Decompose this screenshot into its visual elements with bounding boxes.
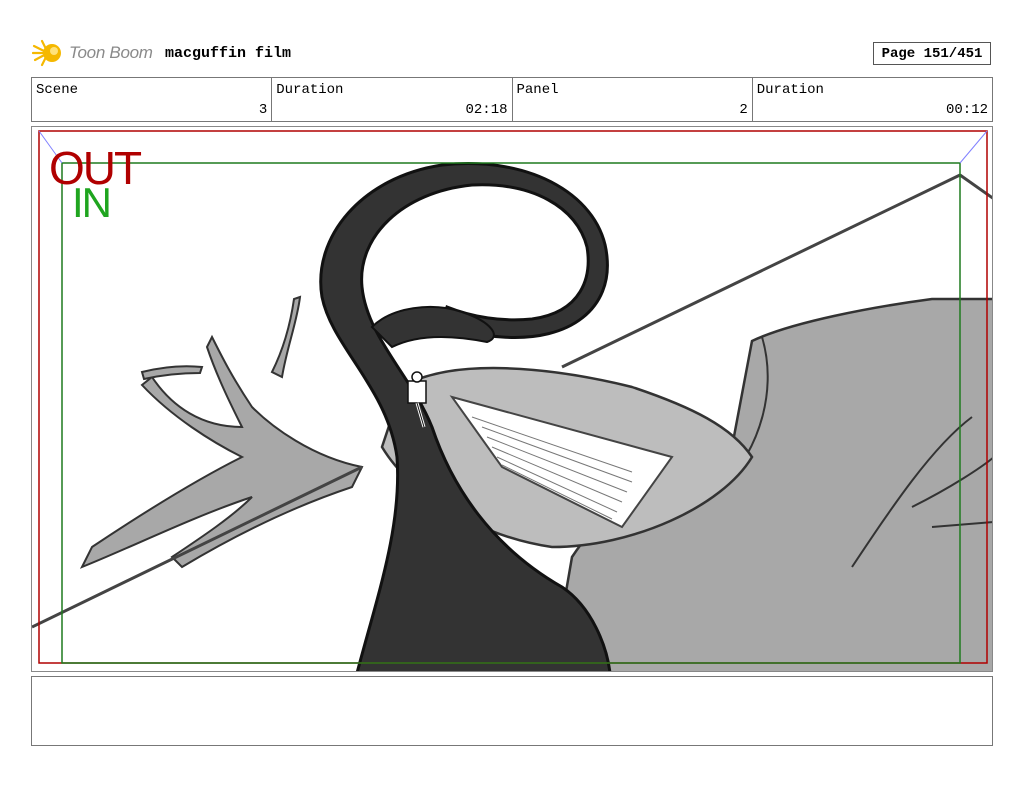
panel-duration-label: Duration [756, 82, 824, 98]
panel-drawing [32, 130, 992, 671]
film-title: macguffin film [165, 45, 292, 62]
toon-boom-logo: Toon Boom [32, 38, 153, 68]
panel-cell: Panel 2 [513, 78, 753, 121]
storyboard-panel: OUT IN [31, 126, 993, 672]
scene-cell: Scene 3 [32, 78, 273, 121]
page-indicator: Page 151/451 [873, 42, 991, 65]
panel-duration-value: 00:12 [945, 102, 988, 118]
scene-duration-value: 02:18 [465, 102, 508, 118]
starburst-icon [32, 39, 61, 67]
scene-duration-cell: Duration 02:18 [272, 78, 513, 121]
panel-value: 2 [739, 102, 748, 118]
in-frame-label: IN [72, 179, 112, 226]
scene-value: 3 [258, 102, 268, 118]
panel-label: Panel [516, 82, 559, 98]
scene-duration-label: Duration [276, 82, 344, 98]
panel-notes-box[interactable] [31, 676, 993, 746]
scene-info-table: Scene 3 Duration 02:18 Panel 2 Duration … [31, 77, 993, 122]
panel-duration-cell: Duration 00:12 [753, 78, 992, 121]
logo-text: Toon Boom [69, 43, 153, 62]
scene-label: Scene [36, 82, 79, 98]
